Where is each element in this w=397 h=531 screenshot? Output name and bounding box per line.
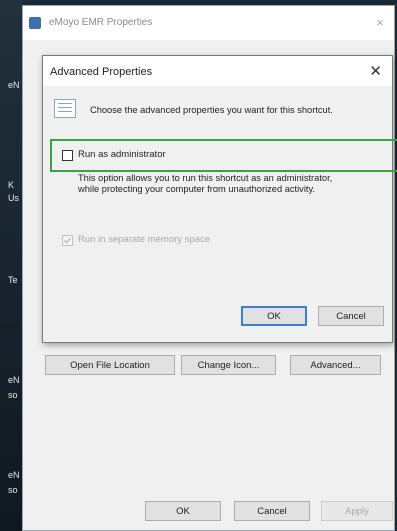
desktop-fragment: eN <box>8 80 20 90</box>
open-file-location-button[interactable]: Open File Location <box>45 355 175 375</box>
advanced-ok-button[interactable]: OK <box>241 306 307 326</box>
desktop-fragment: eN <box>8 470 20 480</box>
desktop-strip: eN K Us Te eN so eN so <box>0 0 22 531</box>
advanced-cancel-button[interactable]: Cancel <box>318 306 384 326</box>
advanced-close-icon[interactable]: ✕ <box>369 62 382 80</box>
document-list-icon <box>54 99 76 118</box>
advanced-button[interactable]: Advanced... <box>290 355 381 375</box>
desktop-fragment: so <box>8 390 18 400</box>
desktop-fragment: Te <box>8 275 18 285</box>
properties-footer: OK Cancel Apply <box>23 494 394 530</box>
run-as-admin-description: This option allows you to run this short… <box>78 173 333 194</box>
properties-close-icon[interactable]: × <box>376 15 384 30</box>
desktop-fragment: K <box>8 180 15 190</box>
properties-title: eMoyo EMR Properties <box>49 17 153 28</box>
intro-text: Choose the advanced properties you want … <box>90 105 333 115</box>
desktop-fragment: so <box>8 485 18 495</box>
properties-apply-button[interactable]: Apply <box>321 501 393 521</box>
separate-memory-checkbox <box>62 235 73 246</box>
advanced-properties-dialog: Advanced Properties ✕ Choose the advance… <box>42 55 393 343</box>
desktop-fragment: Us <box>8 193 19 203</box>
checkmark-icon <box>64 237 71 244</box>
properties-titlebar[interactable]: eMoyo EMR Properties × <box>23 6 394 40</box>
change-icon-button[interactable]: Change Icon... <box>181 355 276 375</box>
app-icon <box>29 17 41 29</box>
advanced-titlebar[interactable]: Advanced Properties ✕ <box>43 56 392 86</box>
separate-memory-label: Run in separate memory space <box>78 234 211 245</box>
properties-cancel-button[interactable]: Cancel <box>234 501 310 521</box>
desktop-fragment: eN <box>8 375 20 385</box>
advanced-title: Advanced Properties <box>50 66 153 78</box>
run-as-admin-highlight <box>50 139 397 172</box>
properties-ok-button[interactable]: OK <box>145 501 221 521</box>
